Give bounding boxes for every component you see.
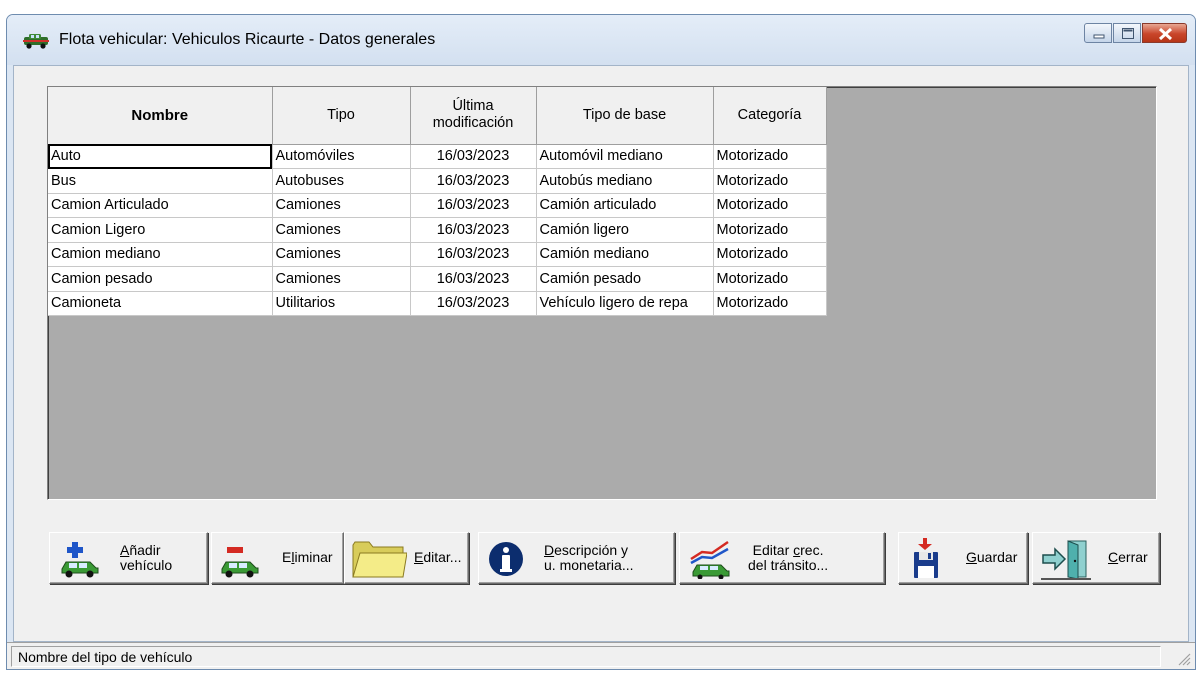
exit-door-icon <box>1041 540 1091 580</box>
remove-vehicle-icon <box>221 547 259 578</box>
close-button[interactable]: Cerrar <box>1032 532 1160 584</box>
cell-tipo[interactable]: Camiones <box>272 217 411 243</box>
cell-categoria[interactable]: Motorizado <box>713 193 827 218</box>
cell-tipo[interactable]: Camiones <box>272 266 411 292</box>
cell-categoria[interactable]: Motorizado <box>713 266 827 292</box>
vehicle-grid[interactable]: Nombre Tipo Última modificación Tipo de b… <box>47 86 1157 500</box>
cell-categoria[interactable]: Motorizado <box>713 242 827 267</box>
header-tipo-base[interactable]: Tipo de base <box>536 87 714 145</box>
description-currency-label: Descripción y u. monetaria... <box>544 542 634 573</box>
cell-fecha[interactable]: 16/03/2023 <box>410 168 537 194</box>
vehicle-table: Nombre Tipo Última modificación Tipo de b… <box>48 87 827 316</box>
description-currency-button[interactable]: Descripción y u. monetaria... <box>478 532 675 584</box>
folder-icon <box>352 541 407 578</box>
cell-nombre[interactable]: Auto <box>48 144 273 169</box>
table-row[interactable]: Camion mediano Camiones 16/03/2023 Camió… <box>48 242 827 267</box>
cell-categoria[interactable]: Motorizado <box>713 168 827 194</box>
table-row[interactable]: Camion Articulado Camiones 16/03/2023 Ca… <box>48 193 827 218</box>
cell-tipo-base[interactable]: Camión ligero <box>536 217 714 243</box>
minimize-icon <box>1093 34 1105 39</box>
status-bar: Nombre del tipo de vehículo <box>7 642 1195 669</box>
car-app-icon <box>23 34 49 49</box>
close-icon <box>1158 27 1173 41</box>
cell-tipo[interactable]: Camiones <box>272 242 411 267</box>
cell-nombre[interactable]: Camion Articulado <box>48 193 273 218</box>
minimize-button[interactable] <box>1084 23 1112 43</box>
resize-grip-icon[interactable] <box>1177 652 1191 666</box>
header-categoria[interactable]: Categoría <box>713 87 827 145</box>
save-button[interactable]: Guardar <box>898 532 1028 584</box>
cell-fecha[interactable]: 16/03/2023 <box>410 217 537 243</box>
cell-tipo-base[interactable]: Autobús mediano <box>536 168 714 194</box>
cell-nombre[interactable]: Bus <box>48 168 273 194</box>
edit-label: Editar... <box>414 549 462 565</box>
cell-nombre[interactable]: Camion mediano <box>48 242 273 267</box>
table-header-row: Nombre Tipo Última modificación Tipo de b… <box>48 87 827 145</box>
cell-fecha[interactable]: 16/03/2023 <box>410 266 537 292</box>
delete-vehicle-label: Eliminar <box>282 549 333 565</box>
cell-tipo[interactable]: Utilitarios <box>272 291 411 316</box>
delete-vehicle-button[interactable]: Eliminar <box>211 532 344 584</box>
cell-fecha[interactable]: 16/03/2023 <box>410 242 537 267</box>
cell-nombre[interactable]: Camion pesado <box>48 266 273 292</box>
info-icon <box>489 542 523 576</box>
cell-tipo-base[interactable]: Vehículo ligero de repa <box>536 291 714 316</box>
add-vehicle-button[interactable]: Añadir vehículo <box>49 532 208 584</box>
window-title: Flota vehicular: Vehiculos Ricaurte - Da… <box>59 31 436 48</box>
window-controls <box>1083 23 1187 43</box>
cell-tipo[interactable]: Automóviles <box>272 144 411 169</box>
cell-categoria[interactable]: Motorizado <box>713 144 827 169</box>
edit-traffic-growth-button[interactable]: Editar crec. del tránsito... <box>679 532 885 584</box>
cell-tipo[interactable]: Camiones <box>272 193 411 218</box>
client-area: Nombre Tipo Última modificación Tipo de b… <box>13 65 1189 642</box>
cell-categoria[interactable]: Motorizado <box>713 217 827 243</box>
header-ultima-modificacion[interactable]: Última modificación <box>410 87 537 145</box>
header-ultima-line1: Última <box>452 98 494 115</box>
cell-tipo-base[interactable]: Camión pesado <box>536 266 714 292</box>
save-icon <box>914 538 938 578</box>
add-vehicle-label: Añadir vehículo <box>120 542 173 573</box>
cell-nombre[interactable]: Camion Ligero <box>48 217 273 243</box>
add-vehicle-icon <box>61 542 99 578</box>
cell-fecha[interactable]: 16/03/2023 <box>410 291 537 316</box>
table-row[interactable]: Camioneta Utilitarios 16/03/2023 Vehícul… <box>48 291 827 316</box>
header-nombre[interactable]: Nombre <box>48 87 273 145</box>
close-window-button[interactable] <box>1142 23 1187 43</box>
close-label: Cerrar <box>1108 549 1148 565</box>
save-label: Guardar <box>966 549 1018 565</box>
cell-tipo-base[interactable]: Automóvil mediano <box>536 144 714 169</box>
traffic-growth-icon <box>690 540 730 579</box>
cell-categoria[interactable]: Motorizado <box>713 291 827 316</box>
title-bar[interactable]: Flota vehicular: Vehiculos Ricaurte - Da… <box>7 15 1195 65</box>
table-row[interactable]: Camion Ligero Camiones 16/03/2023 Camión… <box>48 217 827 243</box>
table-row[interactable]: Auto Automóviles 16/03/2023 Automóvil me… <box>48 144 827 169</box>
cell-fecha[interactable]: 16/03/2023 <box>410 193 537 218</box>
table-row[interactable]: Camion pesado Camiones 16/03/2023 Camión… <box>48 266 827 292</box>
cell-tipo-base[interactable]: Camión articulado <box>536 193 714 218</box>
cell-nombre[interactable]: Camioneta <box>48 291 273 316</box>
table-row[interactable]: Bus Autobuses 16/03/2023 Autobús mediano… <box>48 168 827 194</box>
status-text: Nombre del tipo de vehículo <box>11 646 1161 667</box>
app-window: Flota vehicular: Vehiculos Ricaurte - Da… <box>6 14 1196 670</box>
maximize-icon <box>1122 28 1134 39</box>
header-tipo[interactable]: Tipo <box>272 87 411 145</box>
cell-tipo-base[interactable]: Camión mediano <box>536 242 714 267</box>
cell-fecha[interactable]: 16/03/2023 <box>410 144 537 169</box>
header-ultima-line2: modificación <box>432 115 514 132</box>
edit-button[interactable]: Editar... <box>344 532 469 584</box>
edit-traffic-growth-label: Editar crec. del tránsito... <box>748 542 829 573</box>
cell-tipo[interactable]: Autobuses <box>272 168 411 194</box>
maximize-button[interactable] <box>1113 23 1141 43</box>
